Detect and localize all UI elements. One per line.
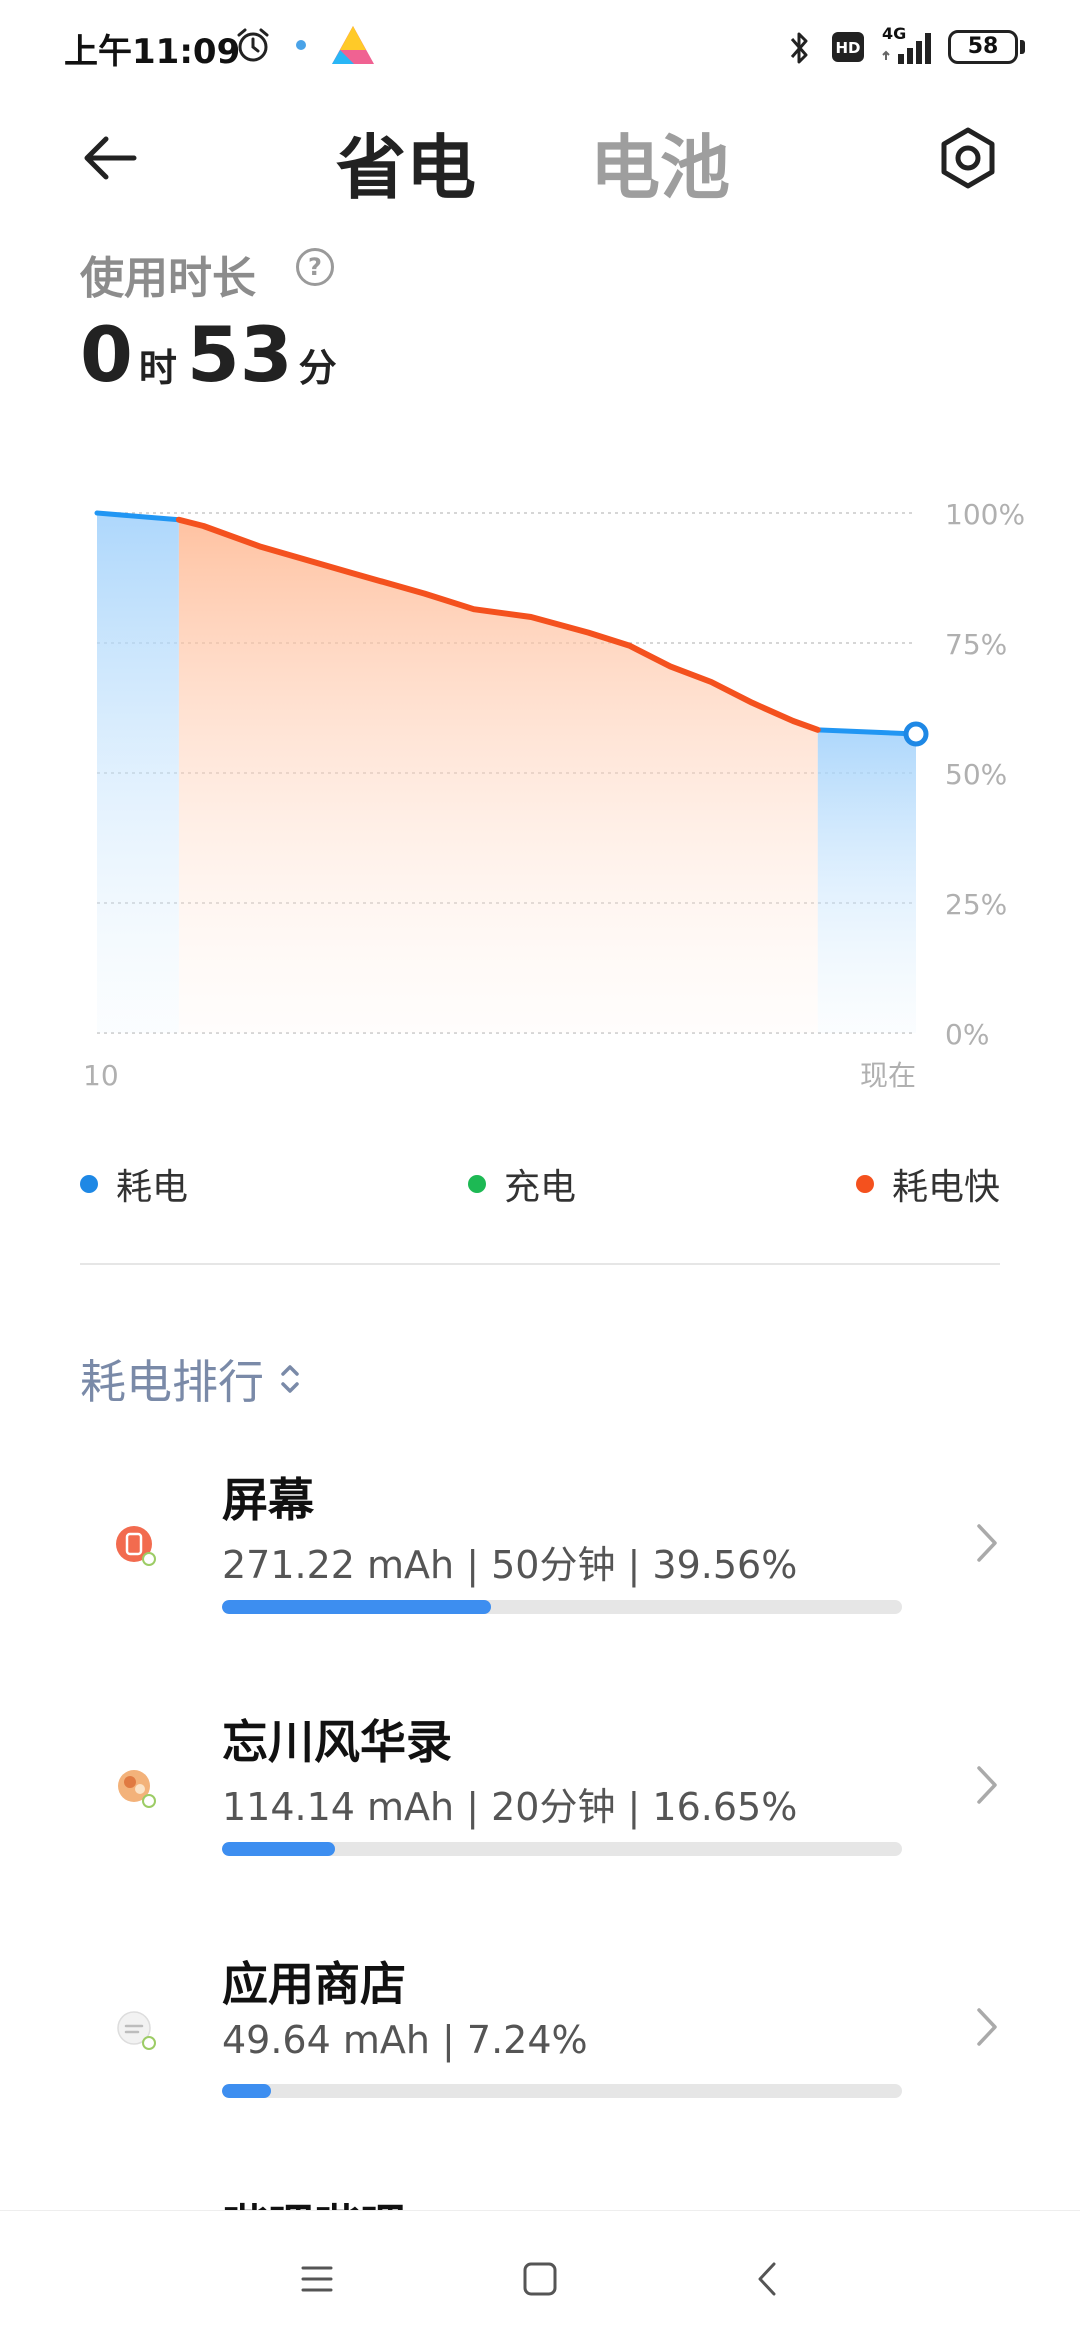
nav-back-icon[interactable] <box>744 2255 792 2303</box>
drain-area <box>817 729 916 1033</box>
game-app-icon <box>118 1770 156 1808</box>
home-icon[interactable] <box>516 2255 564 2303</box>
app-usage-bar <box>222 1842 902 1856</box>
fast-drain-area <box>178 519 818 1033</box>
gear-icon[interactable] <box>928 118 1008 198</box>
battery-tip <box>1020 40 1025 54</box>
x-tick-label: 10 <box>83 1059 119 1092</box>
chevron-right-icon <box>977 1766 997 1804</box>
app-row-screen[interactable]: 屏幕 271.22 mAh | 50分钟 | 39.56% <box>0 1448 1080 1668</box>
legend-item-charging: 充电 <box>468 1158 576 1210</box>
screen-app-icon <box>116 1526 156 1566</box>
bluetooth-icon <box>790 32 808 64</box>
y-tick-label: 50% <box>945 758 1007 791</box>
app-usage-bar <box>222 1600 902 1614</box>
chevron-right-icon <box>977 2008 997 2046</box>
app-usage-detail: 49.64 mAh | 7.24% <box>222 2018 588 2062</box>
app-name: 屏幕 <box>222 1473 314 1527</box>
chevron-right-icon <box>977 1524 997 1562</box>
chart-areas <box>97 513 916 1033</box>
battery-indicator: 58 <box>948 30 1018 64</box>
legend-dot-fast-drain <box>856 1175 874 1193</box>
alarm-icon <box>237 28 269 62</box>
y-tick-label: 75% <box>945 628 1007 661</box>
section-divider <box>80 1263 1000 1265</box>
legend-item-drain: 耗电 <box>80 1158 188 1210</box>
app-store-icon <box>117 2011 156 2050</box>
app-usage-detail: 271.22 mAh | 50分钟 | 39.56% <box>222 1543 798 1587</box>
app-name: 应用商店 <box>222 1957 406 2011</box>
app-row-app-store[interactable]: 应用商店 49.64 mAh | 7.24% <box>0 1932 1080 2152</box>
app-usage-bar-fill <box>222 1600 491 1614</box>
legend-label-fast-drain: 耗电快 <box>892 1167 1001 1208</box>
usage-hour-unit: 时 <box>138 346 177 390</box>
system-nav-bar <box>0 2210 1080 2341</box>
app-notification-icon <box>332 26 374 64</box>
app-row-wangchuan[interactable]: 忘川风华录 114.14 mAh | 20分钟 | 16.65% <box>0 1690 1080 1910</box>
legend-dot-drain <box>80 1175 98 1193</box>
usage-duration-value: 0 时 53 分 <box>80 310 347 399</box>
y-tick-label: 0% <box>945 1018 989 1051</box>
current-level-marker <box>903 721 929 747</box>
usage-hours: 0 <box>80 310 133 399</box>
drain-area <box>97 513 179 1033</box>
svg-text:HD: HD <box>835 39 860 57</box>
app-usage-bar-fill <box>222 1842 336 1856</box>
y-tick-label: 100% <box>945 498 1025 531</box>
tab-battery[interactable]: 电池 <box>590 112 730 213</box>
x-tick-label: 现在 <box>860 1059 916 1092</box>
signal-icon <box>882 33 931 64</box>
app-name: 忘川风华录 <box>222 1715 452 1769</box>
legend-label-drain: 耗电 <box>116 1167 189 1208</box>
ranking-title: 耗电排行 <box>80 1355 264 1409</box>
sort-icon <box>281 1365 299 1393</box>
back-arrow-icon[interactable] <box>76 122 148 194</box>
app-usage-detail: 114.14 mAh | 20分钟 | 16.65% <box>222 1785 798 1829</box>
usage-minute-unit: 分 <box>298 346 337 390</box>
notification-icon <box>296 40 306 50</box>
status-bar: 上午11:09 HD 4G 58 <box>0 0 1080 96</box>
ranking-sort-toggle[interactable]: 耗电排行 <box>80 1346 302 1412</box>
usage-duration-label: 使用时长 <box>80 253 256 304</box>
y-tick-label: 25% <box>945 888 1007 921</box>
legend-dot-charging <box>468 1175 486 1193</box>
legend-label-charging: 充电 <box>504 1167 577 1208</box>
tab-power-saving[interactable]: 省电 <box>336 112 476 213</box>
app-usage-bar-fill <box>222 2084 272 2098</box>
status-time: 上午11:09 <box>64 32 241 72</box>
battery-chart[interactable]: 100% 75% 50% 25% 0% 10 现在 <box>0 470 1080 1110</box>
help-icon[interactable]: ? <box>296 248 334 286</box>
menu-icon[interactable] <box>293 2255 341 2303</box>
legend-item-fast-drain: 耗电快 <box>856 1158 1000 1210</box>
hd-icon: HD <box>832 32 864 62</box>
app-usage-bar <box>222 2084 902 2098</box>
usage-minutes: 53 <box>186 310 293 399</box>
